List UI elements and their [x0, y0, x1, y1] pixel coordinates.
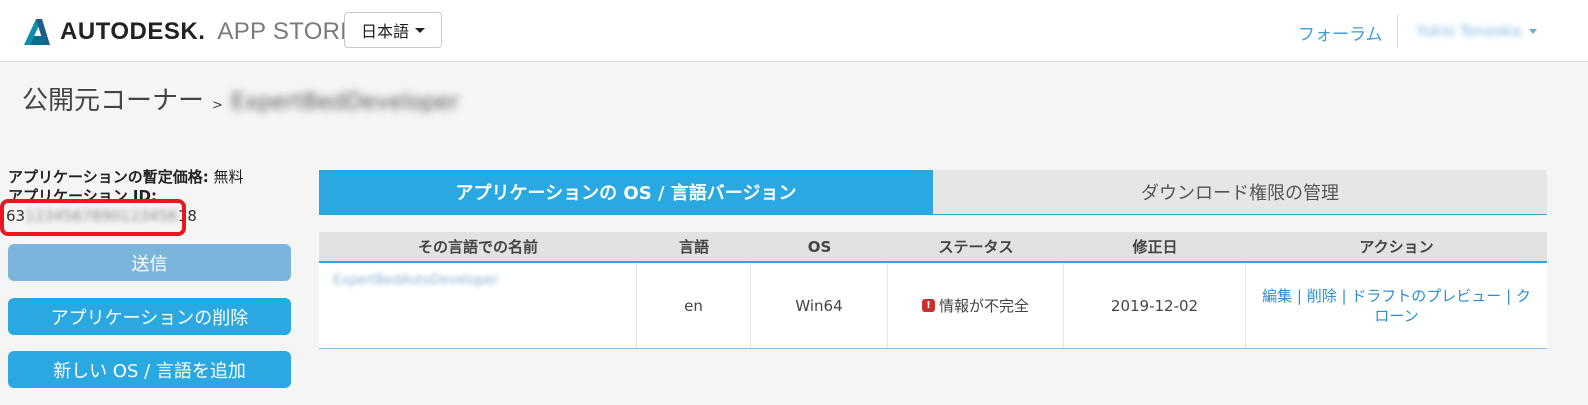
- delete-link[interactable]: 削除: [1307, 287, 1337, 305]
- versions-table: その言語での名前 言語 OS ステータス 修正日 アクション ExpertBed…: [319, 232, 1547, 349]
- version-tabs: アプリケーションの OS / 言語バージョン ダウンロード権限の管理: [319, 170, 1547, 215]
- delete-app-button[interactable]: アプリケーションの削除: [8, 298, 291, 335]
- highlight-annotation: [0, 199, 186, 236]
- language-dropdown[interactable]: 日本語: [344, 12, 442, 48]
- header-divider: [1397, 14, 1398, 48]
- table-header: その言語での名前 言語 OS ステータス 修正日 アクション: [319, 232, 1547, 263]
- action-links: 編集 | 削除 | ドラフトのプレビュー | クローン: [1246, 286, 1547, 326]
- table-row: ExpertBedAutoDeveloper en Win64 ! 情報が不完全…: [319, 263, 1547, 349]
- tab-os-language-versions[interactable]: アプリケーションの OS / 言語バージョン: [319, 170, 933, 214]
- breadcrumb-current-app: ExpertBedDeveloper: [230, 90, 459, 115]
- autodesk-logo[interactable]: AUTODESK. APP STORE: [22, 16, 357, 48]
- action-separator: |: [1336, 286, 1352, 305]
- send-button[interactable]: 送信: [8, 244, 291, 281]
- cell-actions: 編集 | 削除 | ドラフトのプレビュー | クローン: [1246, 263, 1547, 348]
- forum-link[interactable]: フォーラム: [1298, 20, 1383, 45]
- breadcrumb: 公開元コーナー > ExpertBedDeveloper: [22, 80, 459, 117]
- add-os-language-button[interactable]: 新しい OS / 言語を追加: [8, 351, 291, 388]
- chevron-down-icon: [1529, 28, 1538, 34]
- column-header-name: その言語での名前: [417, 238, 538, 256]
- column-header-actions: アクション: [1359, 238, 1434, 256]
- column-header-status: ステータス: [938, 238, 1014, 256]
- cell-status: ! 情報が不完全: [888, 263, 1064, 348]
- store-name: APP STORE: [217, 18, 357, 45]
- chevron-down-icon: [415, 27, 425, 33]
- tab-download-permissions[interactable]: ダウンロード権限の管理: [933, 170, 1547, 214]
- cell-language: en: [637, 263, 751, 348]
- column-header-os: OS: [807, 237, 832, 256]
- warning-icon: !: [921, 299, 935, 312]
- cell-modified: 2019-12-02: [1064, 263, 1246, 348]
- action-separator: |: [1501, 286, 1516, 305]
- localized-app-name: ExpertBedAutoDeveloper: [333, 273, 498, 288]
- column-header-modified: 修正日: [1132, 238, 1178, 256]
- cell-name: ExpertBedAutoDeveloper: [319, 263, 637, 348]
- autodesk-logo-icon: [24, 19, 50, 45]
- price-row: アプリケーションの暫定価格: 無料: [8, 168, 244, 187]
- cell-os: Win64: [751, 263, 888, 348]
- user-menu[interactable]: Yukio Tonooka: [1416, 22, 1538, 40]
- language-label: 日本語: [360, 22, 409, 41]
- brand-name: AUTODESK.: [60, 18, 206, 45]
- action-separator: |: [1292, 286, 1307, 305]
- column-header-language: 言語: [678, 238, 709, 256]
- price-label: アプリケーションの暫定価格:: [8, 168, 209, 186]
- draft-preview-link[interactable]: ドラフトのプレビュー: [1351, 287, 1501, 305]
- user-name: Yukio Tonooka: [1416, 22, 1522, 40]
- breadcrumb-publisher-corner[interactable]: 公開元コーナー: [22, 80, 204, 117]
- edit-link[interactable]: 編集: [1262, 287, 1292, 305]
- top-navbar: AUTODESK. APP STORE 日本語 フォーラム Yukio Tono…: [0, 0, 1588, 62]
- breadcrumb-separator: >: [212, 98, 223, 113]
- price-value: 無料: [213, 168, 244, 186]
- status-text: 情報が不完全: [938, 297, 1029, 315]
